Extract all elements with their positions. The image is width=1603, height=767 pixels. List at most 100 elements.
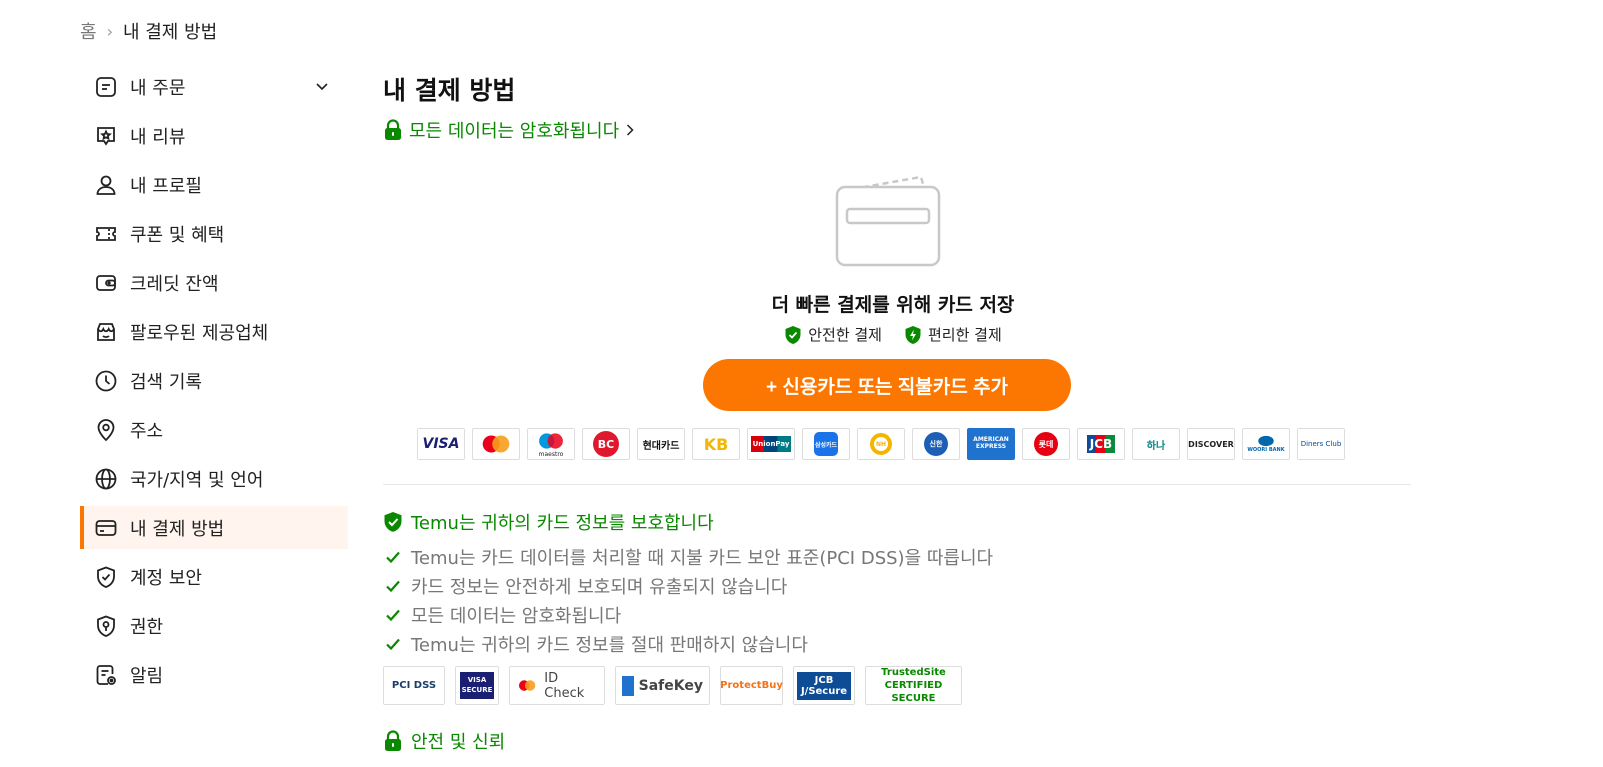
benefit-secure: 안전한 결제 (784, 324, 882, 345)
sidebar-item-label: 국가/지역 및 언어 (130, 469, 264, 491)
sidebar-item-label: 알림 (130, 665, 164, 687)
shinhan-card-logo: 신한 (912, 428, 960, 460)
order-icon (94, 75, 118, 99)
pci-dss-logo: PCI DSS (383, 666, 445, 705)
sidebar-item-permissions[interactable]: 권한 (80, 604, 348, 647)
check-icon (386, 609, 400, 621)
sidebar-item-followed-stores[interactable]: 팔로우된 제공업체 (80, 310, 348, 353)
profile-icon (94, 173, 118, 197)
shield-check-icon (94, 565, 118, 589)
amex-logo: AMERICAN EXPRESS (967, 428, 1015, 460)
globe-icon (94, 467, 118, 491)
breadcrumb-current: 내 결제 방법 (122, 22, 218, 43)
shield-check-icon (785, 325, 801, 344)
coupon-icon (94, 222, 118, 246)
permission-icon (94, 614, 118, 638)
breadcrumb-home[interactable]: 홈 (80, 18, 97, 44)
breadcrumb: 홈 › 내 결제 방법 (80, 18, 217, 44)
amex-safekey-logo: SafeKey (615, 666, 710, 705)
card-protection-title: Temu는 귀하의 카드 정보를 보호합니다 (383, 509, 714, 535)
sidebar-item-address[interactable]: 주소 (80, 408, 348, 451)
empty-card-illustration (835, 175, 941, 267)
mastercard-id-check-logo: ID Check (509, 666, 605, 705)
jcb-logo: JCB (1077, 428, 1125, 460)
sidebar-item-account-security[interactable]: 계정 보안 (80, 555, 348, 598)
card-icon (94, 516, 118, 540)
check-icon (386, 638, 400, 650)
lock-icon (385, 119, 401, 140)
save-card-title: 더 빠른 결제를 위해 카드 저장 (771, 294, 1015, 316)
maestro-logo: maestro (527, 428, 575, 460)
sidebar-item-search-history[interactable]: 검색 기록 (80, 359, 348, 402)
shield-bolt-icon (905, 325, 921, 344)
nh-card-logo: NH (857, 428, 905, 460)
visa-logo: VISA (417, 428, 465, 460)
check-icon (386, 580, 400, 592)
sidebar-item-orders[interactable]: 내 주문 (80, 65, 348, 108)
woori-bank-logo: WOORI BANK (1242, 428, 1290, 460)
sidebar-item-label: 내 프로필 (130, 175, 202, 197)
safety-trust-title: 안전 및 신뢰 (383, 728, 505, 754)
security-certification-logos: PCI DSS VISA SECURE ID Check SafeKey Pro… (383, 666, 962, 705)
list-item: Temu는 카드 데이터를 처리할 때 지불 카드 보안 표준(PCI DSS)… (385, 542, 993, 571)
sidebar-item-profile[interactable]: 내 프로필 (80, 163, 348, 206)
review-icon (94, 124, 118, 148)
sidebar-item-label: 계정 보안 (130, 567, 202, 589)
shield-check-icon (384, 512, 402, 532)
sidebar: 내 주문 내 리뷰 내 프로필 쿠폰 및 혜택 크레딧 잔액 팔로우된 제공업체… (80, 65, 348, 702)
benefit-convenient: 편리한 결제 (904, 324, 1002, 345)
samsung-card-logo: 삼성카드 (802, 428, 850, 460)
hana-card-logo: 하나 (1132, 428, 1180, 460)
lotte-card-logo: 롯데 (1022, 428, 1070, 460)
sidebar-item-coupons[interactable]: 쿠폰 및 혜택 (80, 212, 348, 255)
accepted-card-logos: VISA maestro BC 현대카드 KB UnionPay 삼성카드 NH… (417, 428, 1345, 460)
mastercard-logo (472, 428, 520, 460)
sidebar-item-label: 쿠폰 및 혜택 (130, 224, 225, 246)
sidebar-item-label: 내 결제 방법 (130, 518, 225, 540)
sidebar-item-label: 권한 (130, 616, 164, 638)
store-icon (94, 320, 118, 344)
add-card-button[interactable]: + 신용카드 또는 직불카드 추가 (703, 359, 1071, 411)
sidebar-item-reviews[interactable]: 내 리뷰 (80, 114, 348, 157)
visa-secure-logo: VISA SECURE (455, 666, 499, 705)
page-title: 내 결제 방법 (383, 76, 516, 105)
protection-list: Temu는 카드 데이터를 처리할 때 지불 카드 보안 표준(PCI DSS)… (385, 542, 993, 658)
encryption-info-text: 모든 데이터는 암호화됩니다 (409, 121, 620, 142)
check-icon (386, 551, 400, 563)
sidebar-item-label: 검색 기록 (130, 371, 202, 393)
kb-card-logo: KB (692, 428, 740, 460)
lock-icon (385, 730, 401, 751)
safety-trust-title-text: 안전 및 신뢰 (411, 732, 506, 753)
sidebar-item-label: 내 주문 (130, 77, 186, 99)
sidebar-item-region-language[interactable]: 국가/지역 및 언어 (80, 457, 348, 500)
diners-club-logo: Diners Club (1297, 428, 1345, 460)
breadcrumb-separator: › (106, 21, 113, 41)
jcb-jsecure-logo: JCB J/Secure (793, 666, 855, 705)
list-item: 카드 정보는 안전하게 보호되며 유출되지 않습니다 (385, 571, 993, 600)
benefit-convenient-label: 편리한 결제 (928, 326, 1002, 344)
hyundai-card-logo: 현대카드 (637, 428, 685, 460)
unionpay-logo: UnionPay (747, 428, 795, 460)
sidebar-item-notifications[interactable]: 알림 (80, 653, 348, 696)
sidebar-item-label: 주소 (130, 420, 164, 442)
encryption-info-link[interactable]: 모든 데이터는 암호화됩니다 (383, 117, 635, 143)
list-item: 모든 데이터는 암호화됩니다 (385, 600, 993, 629)
clock-icon (94, 369, 118, 393)
sidebar-item-credit[interactable]: 크레딧 잔액 (80, 261, 348, 304)
section-divider (383, 484, 1411, 485)
sidebar-item-label: 크레딧 잔액 (130, 273, 219, 295)
sidebar-item-payment-methods[interactable]: 내 결제 방법 (80, 506, 348, 549)
notification-icon (94, 663, 118, 687)
sidebar-item-label: 팔로우된 제공업체 (130, 322, 269, 344)
chevron-down-icon[interactable] (314, 78, 330, 94)
trustedsite-logo: TrustedSite CERTIFIED SECURE (865, 666, 962, 705)
bc-card-logo: BC (582, 428, 630, 460)
discover-protectbuy-logo: ProtectBuy (720, 666, 783, 705)
discover-logo: DISCOVER (1187, 428, 1235, 460)
card-protection-title-text: Temu는 귀하의 카드 정보를 보호합니다 (411, 513, 714, 534)
chevron-right-icon (627, 124, 634, 136)
list-item: Temu는 귀하의 카드 정보를 절대 판매하지 않습니다 (385, 629, 993, 658)
sidebar-item-label: 내 리뷰 (130, 126, 186, 148)
location-icon (94, 418, 118, 442)
wallet-icon (94, 271, 118, 295)
